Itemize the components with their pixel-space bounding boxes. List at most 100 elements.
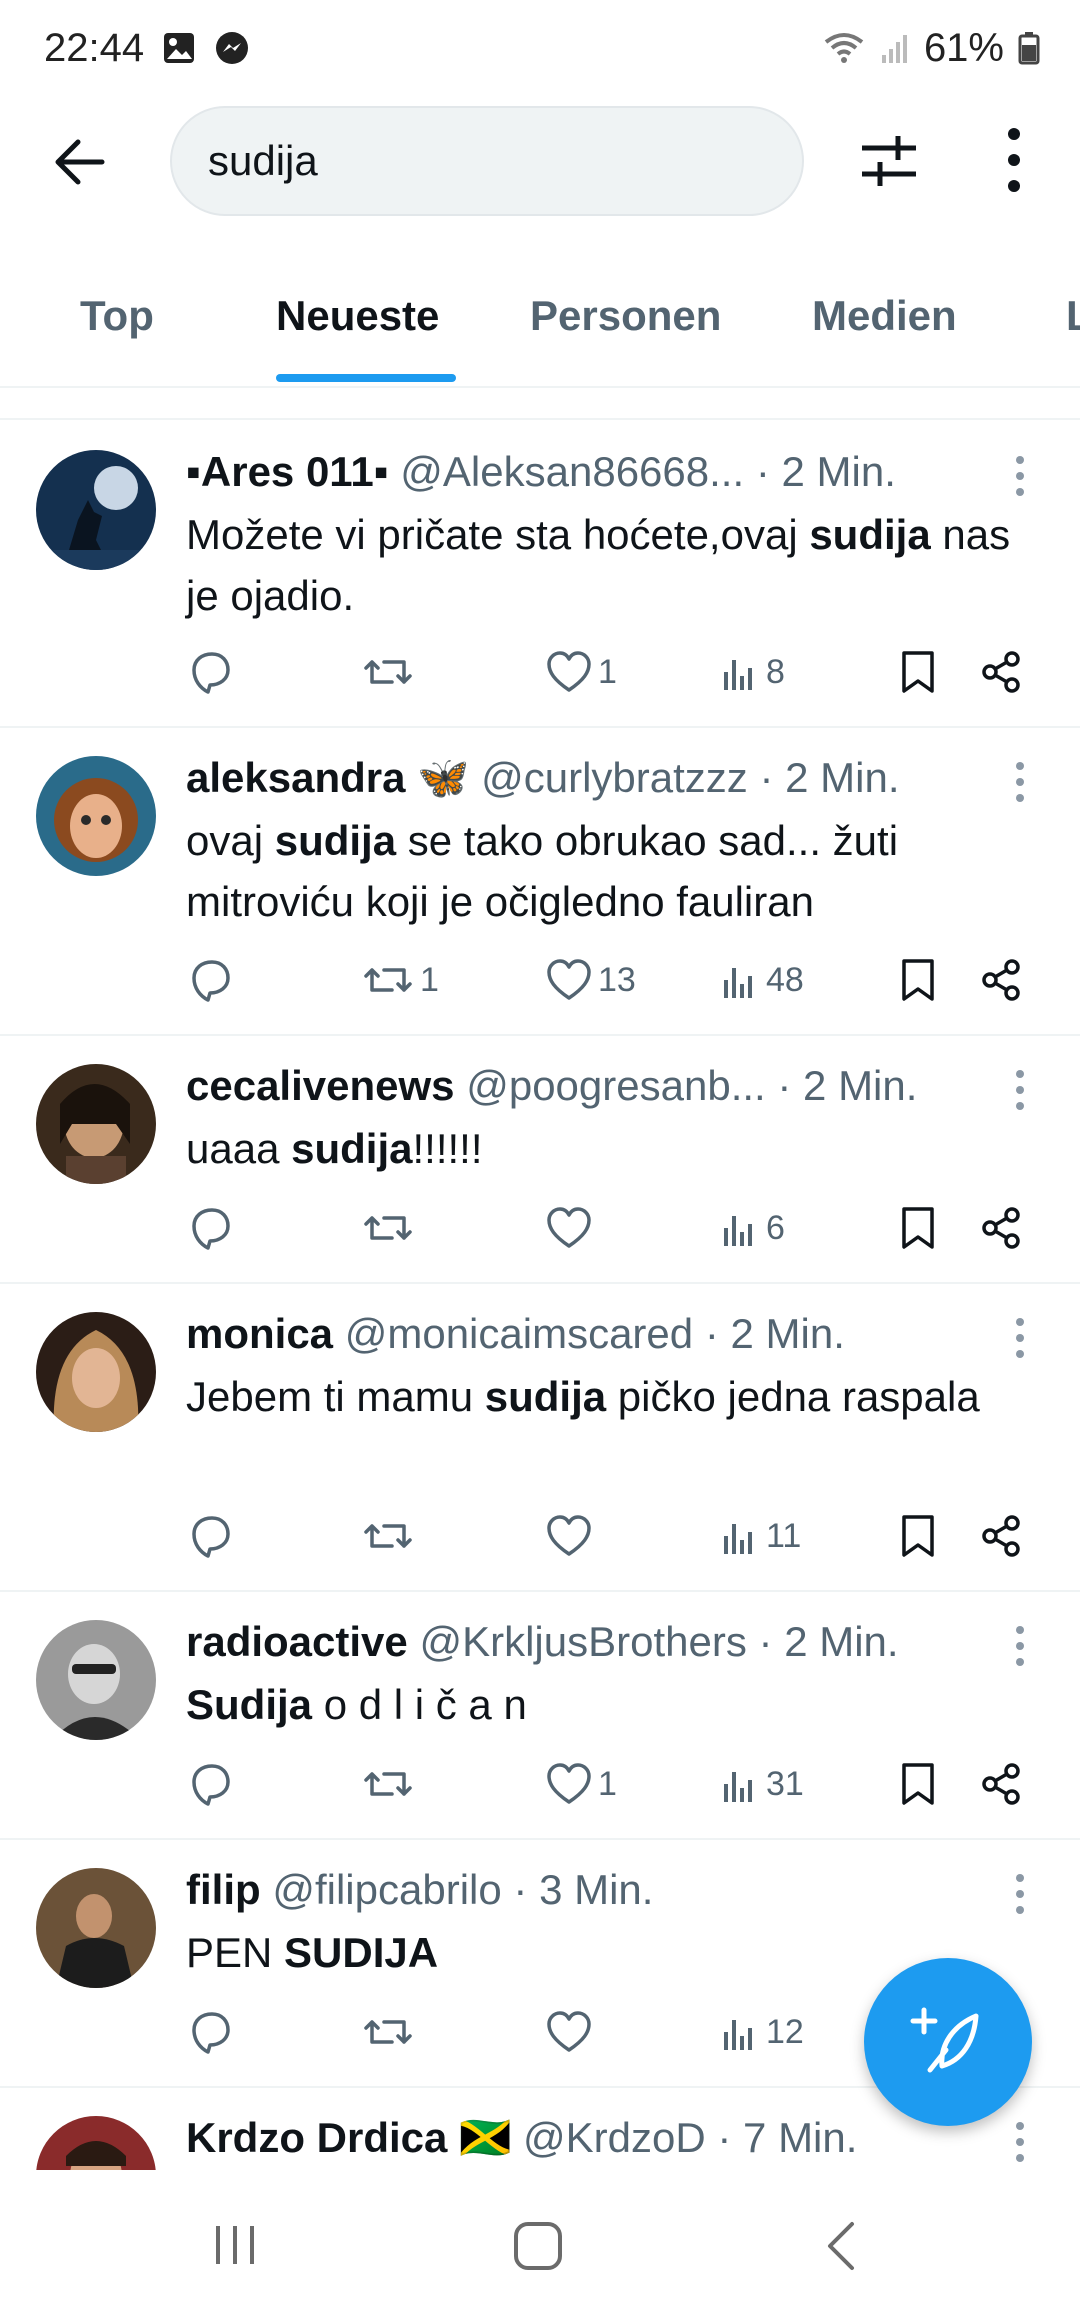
reply-button[interactable] — [186, 2002, 240, 2062]
share-icon — [982, 1207, 1020, 1249]
like-button[interactable] — [546, 1506, 598, 1566]
views-button[interactable]: 8 — [720, 642, 785, 702]
tab-top[interactable]: Top — [80, 292, 154, 340]
reply-button[interactable] — [186, 1754, 240, 1814]
views-button[interactable]: 6 — [720, 1198, 785, 1258]
author-handle[interactable]: @filipcabrilo — [272, 1866, 501, 1913]
tweet-more-button[interactable] — [1010, 1872, 1030, 1916]
tweet[interactable]: ▪Ares 011▪ @Aleksan86668... · 2 Min. Mož… — [0, 424, 1080, 728]
more-vertical-icon — [1016, 1874, 1024, 1914]
search-highlight: SUDIJA — [284, 1929, 439, 1976]
tweet-text: Možete vi pričate sta hoćete,ovaj sudija… — [186, 511, 1011, 619]
author-handle[interactable]: @monicaimscared — [345, 1310, 693, 1357]
chevron-left-icon — [828, 2222, 854, 2270]
bookmark-icon — [902, 1515, 934, 1557]
like-button[interactable] — [546, 1198, 598, 1258]
heart-icon — [547, 1515, 591, 1556]
author-name[interactable]: radioactive — [186, 1618, 408, 1665]
more-options-button[interactable] — [990, 124, 1038, 196]
views-button[interactable]: 48 — [720, 950, 804, 1010]
tweet-time[interactable]: 7 Min. — [743, 2114, 857, 2161]
back-nav-button[interactable] — [822, 2220, 862, 2277]
share-button[interactable] — [980, 642, 1024, 702]
tab-latest[interactable]: Neueste — [276, 292, 439, 340]
author-handle[interactable]: @KrdzoD — [523, 2114, 706, 2161]
home-button[interactable] — [512, 2220, 564, 2277]
tweet-more-button[interactable] — [1010, 1624, 1030, 1668]
retweet-button[interactable] — [362, 1754, 420, 1814]
share-button[interactable] — [980, 1506, 1024, 1566]
author-name[interactable]: filip — [186, 1866, 261, 1913]
like-button[interactable]: 13 — [546, 950, 636, 1010]
reply-button[interactable] — [186, 1506, 240, 1566]
reply-icon — [192, 652, 230, 694]
tweet-time[interactable]: 2 Min. — [785, 754, 899, 801]
tweet-time[interactable]: 3 Min. — [539, 1866, 653, 1913]
like-button[interactable] — [546, 2002, 598, 2062]
reply-button[interactable] — [186, 950, 240, 1010]
author-handle[interactable]: @curlybratzzz — [481, 754, 748, 801]
bookmark-button[interactable] — [898, 642, 938, 702]
butterfly-emoji: 🦋 — [417, 754, 470, 801]
author-name[interactable]: monica — [186, 1310, 333, 1357]
more-vertical-icon — [990, 128, 1038, 200]
author-handle[interactable]: @poogresanb... — [466, 1062, 766, 1109]
search-input[interactable]: sudija — [170, 106, 804, 216]
avatar[interactable] — [36, 1064, 156, 1184]
recent-apps-button[interactable] — [210, 2220, 260, 2275]
bookmark-button[interactable] — [898, 1506, 938, 1566]
avatar[interactable] — [36, 450, 156, 570]
tweet-more-button[interactable] — [1010, 1068, 1030, 1112]
views-icon — [724, 968, 752, 998]
share-button[interactable] — [980, 950, 1024, 1010]
bookmark-button[interactable] — [898, 1754, 938, 1814]
author-name[interactable]: Krdzo Drdica — [186, 2114, 447, 2161]
avatar[interactable] — [36, 1312, 156, 1432]
author-name[interactable]: cecalivenews — [186, 1062, 455, 1109]
tweet-time[interactable]: 2 Min. — [803, 1062, 917, 1109]
tweet-more-button[interactable] — [1010, 1316, 1030, 1360]
tweet[interactable]: aleksandra 🦋 @curlybratzzz · 2 Min. ovaj… — [0, 730, 1080, 1036]
retweet-icon — [364, 968, 412, 992]
tweet[interactable]: monica @monicaimscared · 2 Min. Jebem ti… — [0, 1286, 1080, 1592]
views-button[interactable]: 31 — [720, 1754, 804, 1814]
tab-lists[interactable]: L — [1066, 292, 1080, 340]
views-button[interactable]: 12 — [720, 2002, 804, 2062]
retweet-icon — [364, 1524, 412, 1548]
tweet[interactable]: radioactive @KrkljusBrothers · 2 Min. Su… — [0, 1594, 1080, 1840]
tweet-time[interactable]: 2 Min. — [730, 1310, 844, 1357]
retweet-button[interactable] — [362, 642, 420, 702]
avatar[interactable] — [36, 756, 156, 876]
author-name[interactable]: aleksandra — [186, 754, 405, 801]
filter-button[interactable] — [858, 126, 920, 196]
back-button[interactable] — [50, 132, 120, 192]
avatar[interactable] — [36, 1620, 156, 1740]
tweet-time[interactable]: 2 Min. — [784, 1618, 898, 1665]
reply-button[interactable] — [186, 1198, 240, 1258]
share-button[interactable] — [980, 1754, 1024, 1814]
retweet-button[interactable] — [362, 1506, 420, 1566]
bookmark-button[interactable] — [898, 950, 938, 1010]
tweet-more-button[interactable] — [1010, 2120, 1030, 2164]
tweet[interactable]: cecalivenews @poogresanb... · 2 Min. uaa… — [0, 1038, 1080, 1284]
author-handle[interactable]: @Aleksan86668... — [400, 448, 744, 495]
tab-people[interactable]: Personen — [530, 292, 721, 340]
views-button[interactable]: 11 — [720, 1506, 801, 1566]
retweet-button[interactable]: 1 — [362, 950, 439, 1010]
like-button[interactable]: 1 — [546, 1754, 617, 1814]
author-name[interactable]: ▪Ares 011▪ — [186, 448, 389, 495]
reply-button[interactable] — [186, 642, 240, 702]
compose-button[interactable] — [864, 1958, 1032, 2126]
retweet-button[interactable] — [362, 2002, 420, 2062]
avatar[interactable] — [36, 2116, 156, 2170]
tweet-time[interactable]: 2 Min. — [781, 448, 895, 495]
like-button[interactable]: 1 — [546, 642, 617, 702]
tweet-more-button[interactable] — [1010, 454, 1030, 498]
retweet-button[interactable] — [362, 1198, 420, 1258]
bookmark-button[interactable] — [898, 1198, 938, 1258]
tweet-more-button[interactable] — [1010, 760, 1030, 804]
avatar[interactable] — [36, 1868, 156, 1988]
tab-media[interactable]: Medien — [812, 292, 957, 340]
author-handle[interactable]: @KrkljusBrothers — [419, 1618, 746, 1665]
share-button[interactable] — [980, 1198, 1024, 1258]
